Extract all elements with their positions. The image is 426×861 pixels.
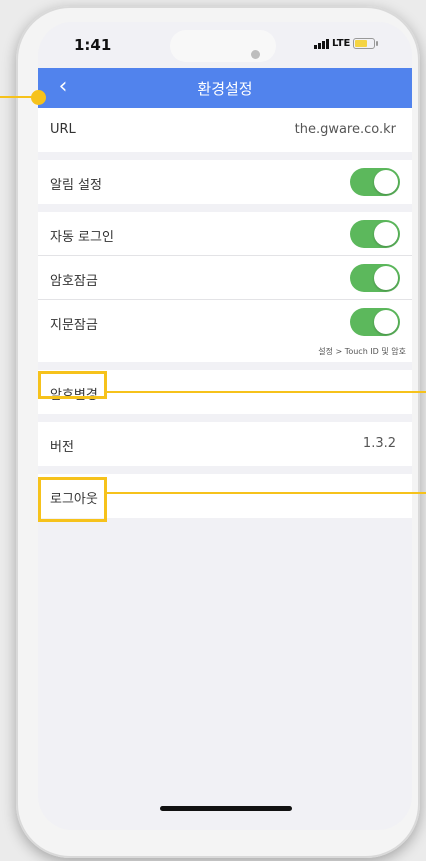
logout-highlight	[38, 477, 107, 522]
touch-id-hint: 설정 > Touch ID 및 암호	[318, 347, 406, 356]
auto-login-label: 자동 로그인	[50, 230, 114, 245]
annotation-line	[107, 391, 426, 393]
auto-login-toggle[interactable]	[350, 220, 400, 248]
toggle-knob	[374, 266, 398, 290]
annotation-line	[0, 96, 34, 98]
change-password-highlight	[38, 371, 107, 399]
notification-toggle[interactable]	[350, 168, 400, 196]
battery-icon	[353, 38, 379, 49]
fingerprint-lock-row: 지문잠금 설정 > Touch ID 및 암호	[38, 300, 412, 362]
dynamic-island	[170, 30, 276, 62]
fingerprint-lock-toggle[interactable]	[350, 308, 400, 336]
notification-row: 알림 설정	[38, 160, 412, 204]
url-value: the.gware.co.kr	[294, 122, 396, 137]
url-label: URL	[50, 122, 76, 137]
status-time: 1:41	[74, 36, 112, 54]
annotation-line	[107, 492, 426, 494]
url-row: URL the.gware.co.kr	[38, 108, 412, 152]
signal-icon	[314, 38, 329, 49]
fingerprint-lock-label: 지문잠금	[50, 318, 98, 333]
home-indicator	[160, 806, 292, 811]
toggle-knob	[374, 310, 398, 334]
notification-label: 알림 설정	[50, 178, 102, 193]
version-value: 1.3.2	[362, 436, 396, 451]
toggle-knob	[374, 222, 398, 246]
version-label: 버전	[50, 440, 74, 455]
auto-login-row: 자동 로그인	[38, 212, 412, 256]
status-bar: 1:41 LTE	[38, 22, 412, 68]
status-icons: LTE	[314, 38, 379, 49]
password-lock-toggle[interactable]	[350, 264, 400, 292]
password-lock-label: 암호잠금	[50, 274, 98, 289]
toggle-knob	[374, 170, 398, 194]
navbar: ‹ 환경설정	[38, 68, 412, 108]
screen: 1:41 LTE ‹ 환경설정 URL the.gware.co.kr 알림 설…	[38, 22, 412, 830]
page-title: 환경설정	[197, 80, 253, 98]
network-type: LTE	[332, 38, 351, 49]
annotation-dot	[31, 90, 46, 105]
version-row: 버전 1.3.2	[38, 422, 412, 466]
camera-icon	[251, 50, 260, 59]
password-lock-row: 암호잠금	[38, 256, 412, 300]
